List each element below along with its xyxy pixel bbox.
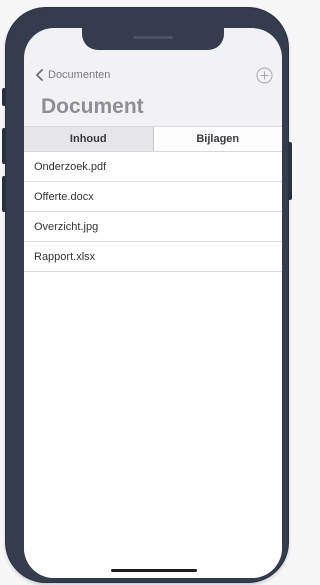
list-item[interactable]: Overzicht.jpg <box>24 212 282 242</box>
file-list: Onderzoek.pdf Offerte.docx Overzicht.jpg… <box>24 152 282 578</box>
phone-screen: Documenten Document Inhoud Bijlagen Onde… <box>24 28 282 578</box>
tab-bijlagen[interactable]: Bijlagen <box>154 127 283 151</box>
page-title: Document <box>41 95 144 118</box>
plus-circle-icon[interactable] <box>256 67 273 84</box>
notch <box>82 28 224 50</box>
speaker <box>133 36 173 39</box>
power-button <box>288 142 292 200</box>
list-item[interactable]: Onderzoek.pdf <box>24 152 282 182</box>
list-item[interactable]: Rapport.xlsx <box>24 242 282 272</box>
home-indicator[interactable] <box>111 569 197 572</box>
back-button-label: Documenten <box>48 69 111 81</box>
back-button[interactable]: Documenten <box>35 69 110 81</box>
segmented-tabs: Inhoud Bijlagen <box>24 126 282 152</box>
list-item[interactable]: Offerte.docx <box>24 182 282 212</box>
tab-inhoud[interactable]: Inhoud <box>24 127 154 151</box>
chevron-left-icon <box>36 69 43 81</box>
phone-frame: Documenten Document Inhoud Bijlagen Onde… <box>6 8 288 582</box>
